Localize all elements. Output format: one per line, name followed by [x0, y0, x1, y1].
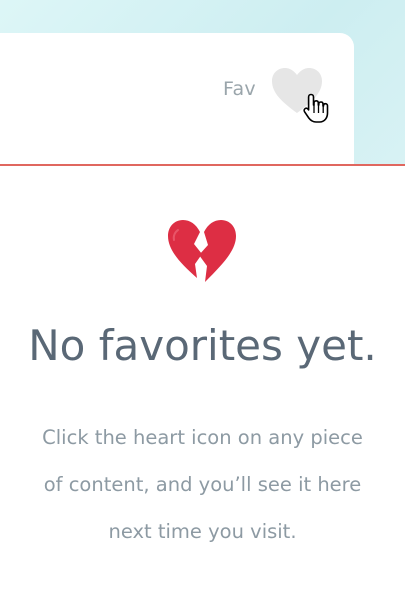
hand-pointer-cursor-icon [302, 92, 330, 124]
empty-state-message: Click the heart icon on any piece of con… [42, 426, 363, 543]
empty-state: No favorites yet. Click the heart icon o… [0, 166, 405, 594]
broken-heart-icon [166, 218, 238, 286]
fav-label: Fav [223, 78, 256, 100]
empty-state-title: No favorites yet. [28, 321, 377, 370]
